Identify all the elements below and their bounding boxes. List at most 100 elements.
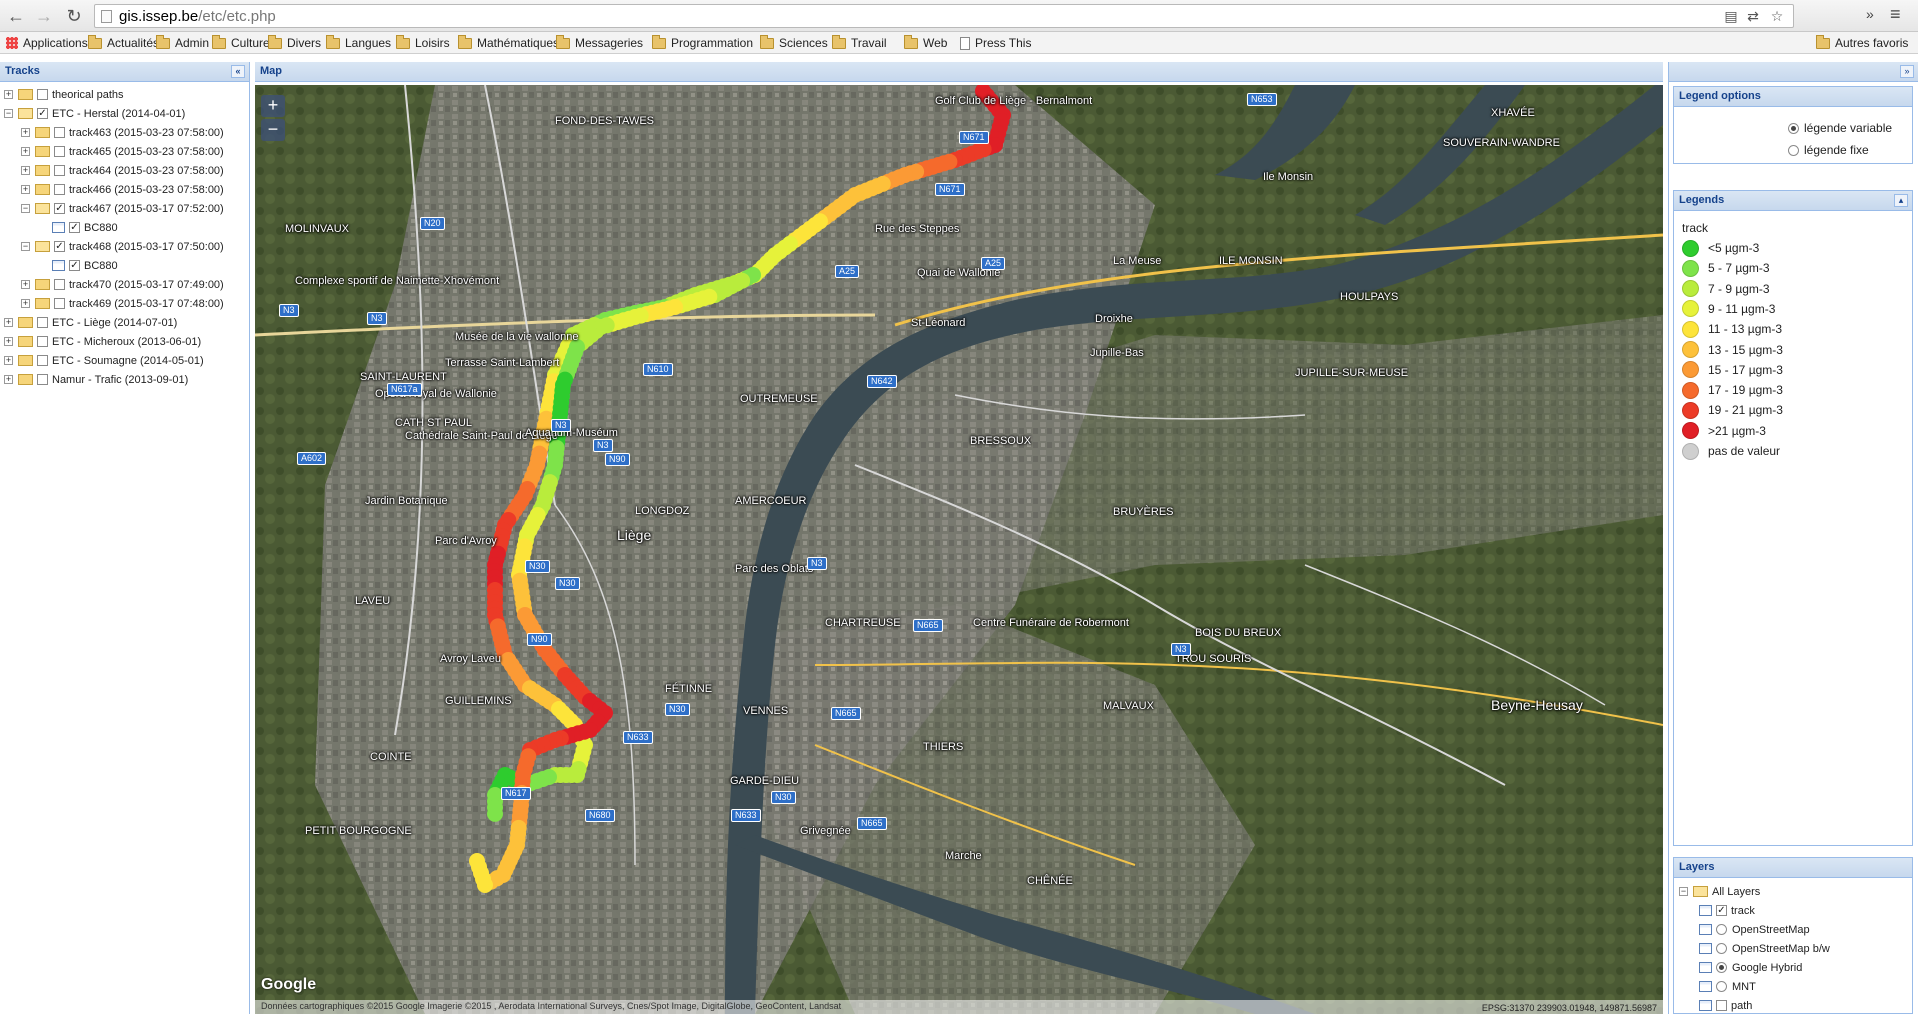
bookmark-item[interactable]: Travail [832, 34, 887, 51]
expand-node-icon[interactable]: + [21, 280, 30, 289]
expand-node-icon[interactable]: + [21, 185, 30, 194]
tree-node[interactable]: + track464 (2015-03-23 07:58:00) [0, 161, 249, 180]
reload-icon[interactable]: ↻ [62, 4, 86, 28]
tree-node[interactable]: − ✓ track467 (2015-03-17 07:52:00) [0, 199, 249, 218]
checkbox[interactable] [54, 298, 65, 309]
collapse-node-icon[interactable]: − [4, 109, 13, 118]
track-point[interactable] [469, 853, 485, 869]
tree-node[interactable]: + track463 (2015-03-23 07:58:00) [0, 123, 249, 142]
collapse-tree-icon[interactable]: − [1679, 887, 1688, 896]
zoom-in-button[interactable]: + [261, 95, 285, 117]
forward-arrow-icon[interactable]: → [32, 4, 56, 28]
bookmark-item[interactable]: Press This [960, 35, 1031, 51]
star-icon[interactable]: ☆ [1769, 8, 1785, 24]
checkbox[interactable] [1716, 1000, 1727, 1011]
tree-node[interactable]: − ✓ ETC - Herstal (2014-04-01) [0, 104, 249, 123]
tree-node[interactable]: ✓ BC880 [0, 218, 249, 237]
expand-node-icon[interactable]: + [4, 337, 13, 346]
tree-node[interactable]: + track465 (2015-03-23 07:58:00) [0, 142, 249, 161]
collapse-up-icon[interactable]: ▴ [1894, 194, 1908, 207]
checkbox[interactable]: ✓ [69, 260, 80, 271]
tree-node[interactable]: + ETC - Micheroux (2013-06-01) [0, 332, 249, 351]
address-bar[interactable]: gis.issep.be/etc/etc.php ▤ ⇄ ☆ [94, 4, 1794, 28]
checkbox[interactable] [54, 127, 65, 138]
tree-node[interactable]: + track469 (2015-03-17 07:48:00) [0, 294, 249, 313]
checkbox[interactable]: ✓ [54, 203, 65, 214]
tree-node[interactable]: + track466 (2015-03-23 07:58:00) [0, 180, 249, 199]
radio-icon[interactable] [1716, 962, 1727, 973]
layer-item[interactable]: OpenStreetMap [1699, 920, 1810, 939]
tree-node[interactable]: + theorical paths [0, 85, 249, 104]
tree-node[interactable]: + Namur - Trafic (2013-09-01) [0, 370, 249, 389]
radio-icon[interactable] [1788, 144, 1799, 156]
checkbox[interactable] [54, 165, 65, 176]
expand-node-icon[interactable]: + [4, 375, 13, 384]
checkbox[interactable] [54, 184, 65, 195]
folder-icon [1816, 34, 1830, 49]
bookmark-item[interactable]: Divers [268, 34, 321, 51]
map-view[interactable]: + − FOND-DES-TAWES MOLINVAUX Golf Club de … [255, 85, 1663, 1014]
bookmark-item[interactable]: Loisirs [396, 34, 450, 51]
collapse-left-icon[interactable]: « [231, 65, 245, 78]
menu-icon[interactable]: ≡ [1890, 4, 1901, 25]
tree-node[interactable]: ✓ BC880 [0, 256, 249, 275]
checkbox[interactable] [54, 279, 65, 290]
tree-node[interactable]: + ETC - Liège (2014-07-01) [0, 313, 249, 332]
layer-item[interactable]: ✓ track [1699, 901, 1755, 920]
tree-node[interactable]: + track470 (2015-03-17 07:49:00) [0, 275, 249, 294]
radio-icon[interactable] [1716, 981, 1727, 992]
map-label: Parc d'Avroy [435, 535, 497, 547]
tree-node[interactable]: − ✓ track468 (2015-03-17 07:50:00) [0, 237, 249, 256]
page-action-icon[interactable]: ▤ [1723, 8, 1739, 24]
bookmark-item[interactable]: Admin [156, 34, 209, 51]
expand-node-icon[interactable]: + [21, 299, 30, 308]
expand-node-icon[interactable]: + [21, 147, 30, 156]
checkbox[interactable] [37, 336, 48, 347]
bookmark-other[interactable]: Autres favoris [1816, 34, 1908, 51]
bookmark-item[interactable]: Programmation [652, 34, 753, 51]
track-point[interactable] [487, 805, 503, 822]
checkbox[interactable]: ✓ [54, 241, 65, 252]
radio-legende-variable[interactable]: légende variable [1788, 121, 1892, 135]
collapse-node-icon[interactable]: − [21, 204, 30, 213]
translate-icon[interactable]: ⇄ [1745, 8, 1761, 24]
radio-icon[interactable] [1788, 122, 1799, 134]
checkbox[interactable] [54, 146, 65, 157]
bookmark-item[interactable]: Sciences [760, 34, 828, 51]
bookmark-item[interactable]: Applications [6, 35, 88, 51]
layer-item[interactable]: MNT [1699, 977, 1756, 996]
bookmark-item[interactable]: Actualités [88, 34, 159, 51]
tree-node[interactable]: + ETC - Soumagne (2014-05-01) [0, 351, 249, 370]
expand-node-icon[interactable]: + [21, 166, 30, 175]
bookmark-item[interactable]: Culture [212, 34, 270, 51]
collapse-node-icon[interactable]: − [21, 242, 30, 251]
checkbox[interactable] [37, 374, 48, 385]
layer-item[interactable]: Google Hybrid [1699, 958, 1802, 977]
bookmark-item[interactable]: Langues [326, 34, 391, 51]
checkbox[interactable]: ✓ [1716, 905, 1727, 916]
expand-node-icon[interactable]: + [21, 128, 30, 137]
layers-root[interactable]: − All Layers [1679, 882, 1760, 901]
back-arrow-icon[interactable]: ← [4, 4, 28, 28]
expand-node-icon[interactable]: + [4, 90, 13, 99]
checkbox[interactable]: ✓ [69, 222, 80, 233]
layer-item[interactable]: path [1699, 996, 1752, 1015]
radio-legende-fixe[interactable]: légende fixe [1788, 143, 1869, 157]
checkbox[interactable] [37, 355, 48, 366]
expand-node-icon[interactable]: + [4, 356, 13, 365]
checkbox[interactable] [37, 317, 48, 328]
layer-item[interactable]: OpenStreetMap b/w [1699, 939, 1830, 958]
radio-icon[interactable] [1716, 924, 1727, 935]
chevron-more-icon[interactable]: » [1866, 6, 1874, 22]
bookmark-item[interactable]: Web [904, 34, 947, 51]
expand-node-icon[interactable]: + [4, 318, 13, 327]
radio-icon[interactable] [1716, 943, 1727, 954]
collapse-right-icon[interactable]: » [1900, 65, 1914, 78]
checkbox[interactable] [37, 89, 48, 100]
checkbox[interactable]: ✓ [37, 108, 48, 119]
url-text[interactable]: gis.issep.be/etc/etc.php [119, 8, 276, 25]
folder-icon [35, 241, 50, 252]
bookmark-item[interactable]: Messageries [556, 34, 643, 51]
zoom-out-button[interactable]: − [261, 119, 285, 141]
bookmark-item[interactable]: Mathématiques [458, 34, 559, 51]
